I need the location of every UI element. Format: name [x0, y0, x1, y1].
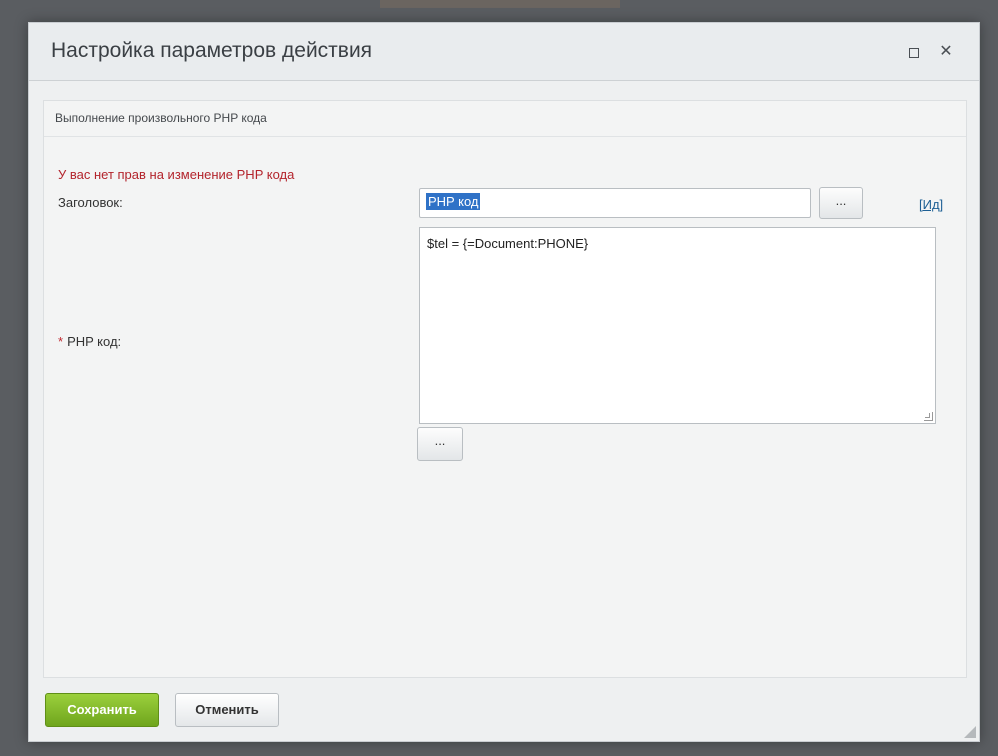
dialog-title: Настройка параметров действия: [51, 39, 373, 62]
maximize-button[interactable]: [905, 43, 923, 61]
php-code-value: $tel = {=Document:PHONE}: [427, 236, 589, 251]
save-button[interactable]: Сохранить: [45, 693, 159, 727]
cancel-button[interactable]: Отменить: [175, 693, 279, 727]
php-code-insert-button[interactable]: ...: [417, 427, 463, 461]
dialog-footer: Сохранить Отменить: [29, 683, 979, 743]
php-code-label-text: PHP код:: [67, 334, 122, 349]
dialog-header: Настройка параметров действия ✕: [29, 23, 979, 81]
dialog-resize-handle[interactable]: [964, 726, 976, 738]
close-icon: ✕: [939, 43, 953, 60]
maximize-icon: [909, 48, 919, 58]
id-link[interactable]: [Ид]: [919, 197, 943, 212]
title-insert-button[interactable]: ...: [819, 187, 863, 219]
title-input-value: PHP код: [426, 193, 481, 210]
permission-error-message: У вас нет прав на изменение PHP кода: [58, 167, 295, 182]
title-input[interactable]: PHP код: [419, 188, 811, 218]
action-settings-dialog: Настройка параметров действия ✕ Выполнен…: [28, 22, 980, 742]
php-code-label: * PHP код:: [58, 334, 121, 349]
title-label: Заголовок:: [58, 195, 123, 210]
required-mark: *: [58, 334, 64, 349]
section-title: Выполнение произвольного PHP кода: [44, 101, 966, 137]
dialog-content: Выполнение произвольного PHP кода У вас …: [43, 100, 967, 678]
background-window-strip: [380, 0, 620, 8]
textarea-resize-handle[interactable]: [924, 412, 933, 421]
php-code-textarea[interactable]: $tel = {=Document:PHONE}: [419, 227, 936, 424]
close-button[interactable]: ✕: [937, 43, 955, 61]
